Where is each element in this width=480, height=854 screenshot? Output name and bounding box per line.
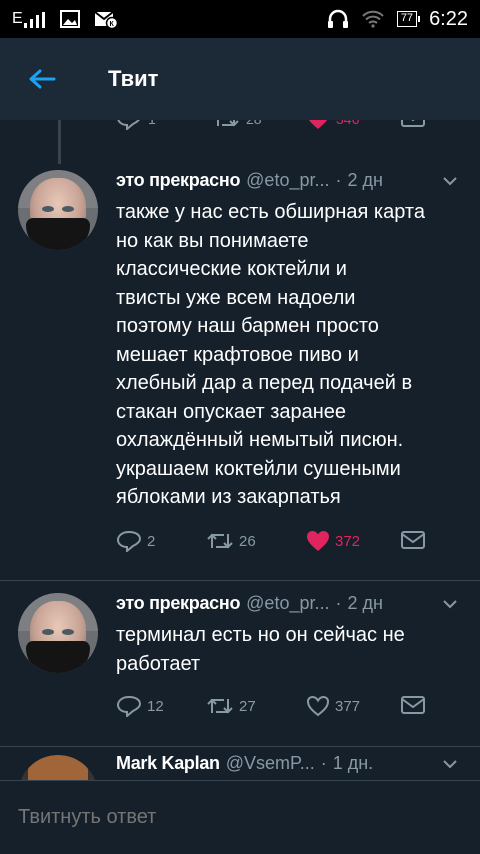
reply-count: 12 xyxy=(147,697,164,715)
retweet-icon xyxy=(217,120,239,127)
reply-button[interactable]: 12 xyxy=(116,695,164,717)
chevron-down-icon[interactable] xyxy=(442,599,458,609)
user-handle[interactable]: @eto_pr... xyxy=(246,170,329,191)
tweet-header: это прекрасно @eto_pr... · 2 дн xyxy=(116,170,383,191)
tweet-item[interactable]: это прекрасно @eto_pr... · 2 дн также у … xyxy=(0,162,480,582)
reply-icon xyxy=(117,120,141,130)
mail-notification-icon: К xyxy=(94,11,118,29)
back-button[interactable] xyxy=(10,38,74,120)
reply-icon xyxy=(116,530,142,552)
heart-outline-icon xyxy=(306,695,330,717)
reply-button[interactable]: 1 xyxy=(116,120,156,130)
retweet-count: 27 xyxy=(239,697,256,715)
battery-indicator: 77 xyxy=(396,11,421,27)
tweet-text: также у нас есть обширная карта но как в… xyxy=(116,201,425,508)
retweet-button[interactable]: 26 xyxy=(206,530,256,552)
like-count: 346 xyxy=(336,120,359,127)
like-button[interactable]: 372 xyxy=(306,530,360,552)
retweet-button[interactable]: 27 xyxy=(206,695,256,717)
retweet-icon xyxy=(207,533,233,549)
share-button[interactable] xyxy=(400,695,426,715)
tweet-time: 2 дн xyxy=(347,170,383,190)
headphones-icon xyxy=(327,9,348,28)
user-handle[interactable]: @eto_pr... xyxy=(246,593,329,614)
retweet-count: 26 xyxy=(239,532,256,550)
display-name[interactable]: это прекрасно xyxy=(116,170,240,191)
mail-share-icon xyxy=(401,531,425,549)
separator-dot: · xyxy=(335,170,342,190)
network-type-label: E xyxy=(12,10,23,27)
avatar[interactable] xyxy=(18,755,98,780)
chevron-down-icon[interactable] xyxy=(442,176,458,186)
like-button[interactable]: 346 xyxy=(306,120,359,130)
status-bar: E К 77 6:22 xyxy=(0,0,480,38)
share-button[interactable] xyxy=(400,530,426,550)
reply-count: 1 xyxy=(148,120,156,127)
signal-bars-icon xyxy=(23,12,45,28)
clock: 6:22 xyxy=(429,7,468,30)
reply-count: 2 xyxy=(147,532,156,550)
page-title: Твит xyxy=(108,66,159,91)
tweet-item[interactable]: Mark Kaplan @VsemP... · 1 дн. xyxy=(0,747,480,780)
reply-icon xyxy=(116,695,142,717)
svg-text:К: К xyxy=(109,21,114,28)
tweet-actions: 12 27 377 xyxy=(116,695,456,721)
reply-input[interactable] xyxy=(18,806,283,829)
avatar[interactable] xyxy=(18,593,98,673)
tweet-time: 2 дн xyxy=(347,593,383,613)
mail-share-icon xyxy=(401,120,425,127)
tweet-thread: 1 28 346 эт xyxy=(0,120,480,780)
share-button[interactable] xyxy=(400,120,426,128)
app-header: Твит xyxy=(0,38,480,120)
user-handle[interactable]: @VsemP... xyxy=(226,753,315,774)
mail-share-icon xyxy=(401,696,425,714)
separator-dot: · xyxy=(320,753,327,773)
tweet-text: терминал есть но он сейчас не работает xyxy=(116,624,405,675)
like-count: 372 xyxy=(335,532,361,550)
tweet-header: Mark Kaplan @VsemP... · 1 дн. xyxy=(116,753,373,774)
avatar[interactable] xyxy=(18,170,98,250)
separator-dot: · xyxy=(335,593,342,613)
reply-button[interactable]: 2 xyxy=(116,530,155,552)
tweet-item[interactable]: это прекрасно @eto_pr... · 2 дн терминал… xyxy=(0,581,480,749)
retweet-count: 28 xyxy=(246,120,262,127)
previous-tweet-actions: 1 28 346 xyxy=(0,120,480,134)
retweet-button[interactable]: 28 xyxy=(212,120,262,130)
wifi-icon xyxy=(362,10,384,28)
retweet-icon xyxy=(207,698,233,714)
display-name[interactable]: это прекрасно xyxy=(116,593,240,614)
tweet-time: 1 дн. xyxy=(332,753,374,773)
like-button[interactable]: 377 xyxy=(306,695,360,717)
gallery-icon xyxy=(59,10,80,28)
tweet-actions: 2 26 372 xyxy=(116,530,456,556)
tweet-header: это прекрасно @eto_pr... · 2 дн xyxy=(116,593,383,614)
thread-connector xyxy=(58,120,61,164)
chevron-down-icon[interactable] xyxy=(442,759,458,769)
like-count: 377 xyxy=(335,697,361,715)
back-arrow-icon xyxy=(29,69,56,89)
heart-filled-icon xyxy=(307,531,329,551)
reply-bar xyxy=(0,780,480,854)
display-name[interactable]: Mark Kaplan xyxy=(116,753,220,774)
signal-indicator: E xyxy=(12,10,46,28)
heart-filled-icon xyxy=(309,120,327,129)
